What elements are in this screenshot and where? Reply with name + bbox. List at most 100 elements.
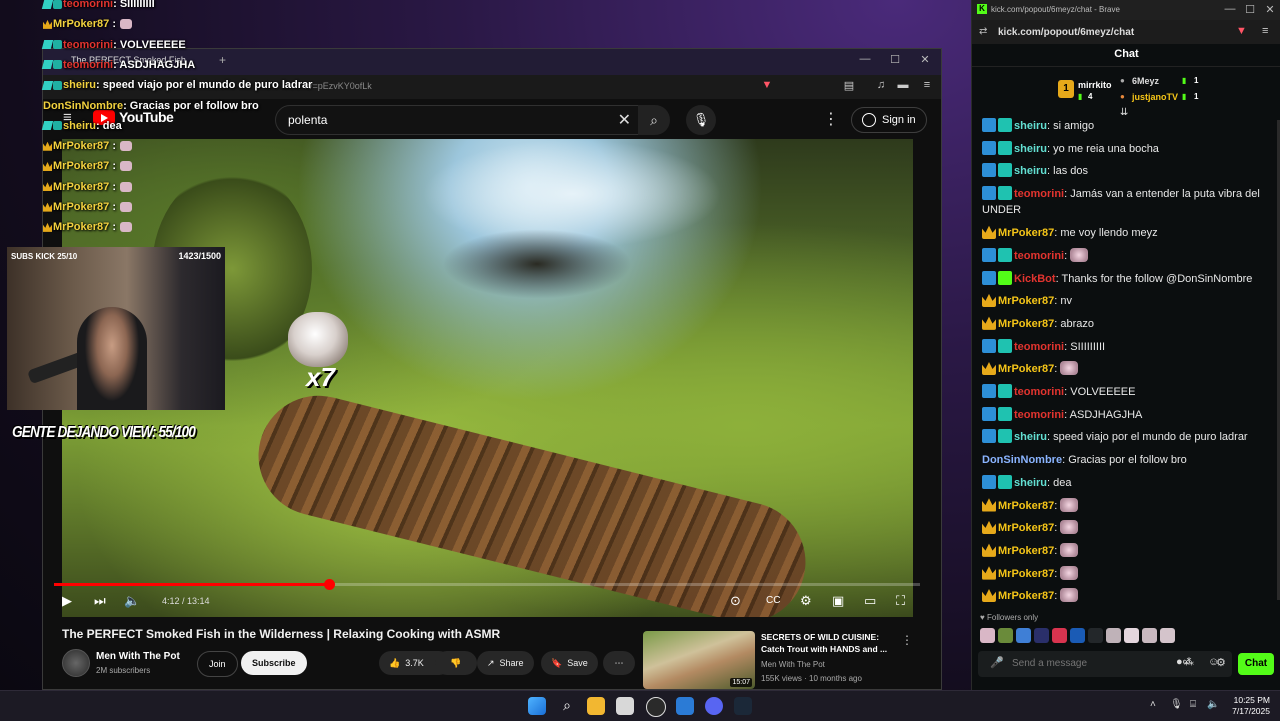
subscribe-button[interactable]: Subscribe — [241, 651, 307, 675]
chat-message[interactable]: sheiru: si amigo — [982, 118, 1274, 134]
voice-search-button[interactable]: 🎙 — [686, 105, 716, 135]
join-button[interactable]: Join — [197, 651, 238, 677]
chat-message[interactable]: MrPoker87: abrazo — [982, 316, 1274, 332]
chat-username[interactable]: MrPoker87 — [998, 590, 1054, 602]
close-icon[interactable]: ✕ — [1260, 3, 1280, 16]
kick-url[interactable]: kick.com/popout/6meyz/chat — [998, 27, 1134, 38]
chat-username[interactable]: sheiru — [1014, 431, 1047, 443]
emote-quick[interactable] — [1142, 628, 1157, 643]
chat-username[interactable]: MrPoker87 — [998, 295, 1054, 307]
emote-quick[interactable] — [1052, 628, 1067, 643]
app-icon[interactable] — [676, 697, 694, 715]
chat-message[interactable]: sheiru: speed viajo por el mundo de puro… — [982, 429, 1274, 445]
play-icon[interactable]: ▶ — [62, 593, 72, 609]
recommendation-more-icon[interactable]: ⋮ — [901, 633, 913, 647]
video-progress-bar[interactable] — [54, 579, 920, 590]
miniplayer-icon[interactable]: ▣ — [832, 593, 844, 609]
save-button[interactable]: 🔖 Save — [541, 651, 598, 675]
dislike-button[interactable]: 👎 — [435, 651, 477, 675]
search-icon[interactable]: ⌕ — [558, 697, 576, 715]
clear-search-icon[interactable]: ✕ — [618, 110, 631, 130]
menu-icon[interactable]: ≡ — [919, 79, 935, 95]
network-icon[interactable]: ⌸ — [1190, 699, 1196, 710]
settings-gear-icon[interactable]: ⚙ — [800, 593, 812, 609]
chat-message[interactable]: sheiru: yo me reia una bocha — [982, 140, 1274, 157]
expand-leaderboard-icon[interactable]: ⇊ — [1120, 107, 1128, 118]
extension-icon[interactable]: ▬ — [895, 79, 911, 95]
maximize-icon[interactable]: ☐ — [885, 53, 905, 66]
chat-message[interactable]: teomorini: VOLVEEEEE — [982, 384, 1274, 400]
site-settings-icon[interactable]: ⇄ — [979, 26, 987, 37]
brave-shield-icon[interactable]: ▼ — [1236, 25, 1247, 37]
chat-message[interactable]: KickBot: Thanks for the follow @DonSinNo… — [982, 270, 1274, 287]
close-icon[interactable]: ✕ — [915, 53, 935, 66]
chat-username[interactable]: MrPoker87 — [998, 318, 1054, 330]
chat-message[interactable]: MrPoker87: me voy llendo meyz — [982, 225, 1274, 241]
chat-username[interactable]: MrPoker87 — [998, 227, 1054, 239]
recommendation-title[interactable]: SECRETS OF WILD CUISINE: Catch Trout wit… — [761, 631, 893, 655]
maximize-icon[interactable]: ☐ — [1240, 3, 1260, 16]
more-options-icon[interactable]: ⋮ — [823, 109, 839, 129]
more-actions-button[interactable]: ⋯ — [603, 651, 635, 675]
sign-in-button[interactable]: Sign in — [851, 107, 927, 133]
store-icon[interactable] — [616, 697, 634, 715]
chat-username[interactable]: DonSinNombre — [982, 454, 1062, 466]
chat-message[interactable]: MrPoker87: nv — [982, 293, 1274, 309]
new-tab-icon[interactable]: + — [219, 53, 226, 67]
chat-username[interactable]: MrPoker87 — [998, 568, 1054, 580]
message-input[interactable] — [1010, 657, 1134, 670]
volume-icon[interactable]: 🔈 — [1207, 699, 1219, 710]
channel-avatar[interactable] — [62, 649, 90, 677]
emote-quick[interactable] — [1070, 628, 1085, 643]
chat-message[interactable]: teomorini: ASDJHAGJHA — [982, 406, 1274, 423]
settings-gear-icon[interactable]: ⚙ — [1216, 656, 1226, 669]
chat-message[interactable]: teomorini: SIIIIIIIII — [982, 338, 1274, 355]
minimize-icon[interactable]: — — [1220, 3, 1240, 15]
chat-message[interactable]: MrPoker87: — [982, 588, 1274, 604]
chat-message[interactable]: MrPoker87: — [982, 361, 1274, 377]
chat-username[interactable]: MrPoker87 — [998, 522, 1054, 534]
next-icon[interactable]: ⏭ — [94, 593, 106, 609]
extension-icon[interactable]: ▤ — [841, 79, 857, 95]
browser-url[interactable]: ?v=pEzvKY0ofLk — [303, 81, 372, 91]
chat-username[interactable]: teomorini — [1014, 188, 1064, 200]
emote-quick[interactable] — [1016, 628, 1031, 643]
emote-quick[interactable] — [1088, 628, 1103, 643]
chat-username[interactable]: MrPoker87 — [998, 363, 1054, 375]
chat-message[interactable]: MrPoker87: — [982, 565, 1274, 582]
mic-icon[interactable]: 🎤 — [990, 656, 1004, 669]
leader-name[interactable]: mirrkito — [1078, 80, 1112, 90]
emote-quick[interactable] — [1124, 628, 1139, 643]
chat-username[interactable]: teomorini — [1014, 341, 1064, 353]
chat-message[interactable]: sheiru: dea — [982, 474, 1274, 491]
rank2-name[interactable]: 6Meyz — [1132, 76, 1159, 86]
fullscreen-icon[interactable]: ⛶ — [896, 593, 905, 609]
volume-icon[interactable]: 🔈 — [124, 593, 140, 609]
chat-message[interactable]: teomorini: Jamás van a entender la puta … — [982, 186, 1274, 218]
chat-username[interactable]: MrPoker87 — [998, 500, 1054, 512]
emote-quick[interactable] — [1034, 628, 1049, 643]
menu-icon[interactable]: ≡ — [1262, 25, 1268, 37]
kick-urlbar[interactable]: ⇄ kick.com/popout/6meyz/chat ▼ ≡ — [972, 20, 1280, 44]
chat-username[interactable]: sheiru — [1014, 143, 1047, 155]
mic-tray-icon[interactable]: 🎙 — [1170, 699, 1183, 710]
brave-shield-icon[interactable]: ▼ — [759, 79, 775, 95]
theater-mode-icon[interactable]: ▭ — [864, 593, 876, 609]
emote-quick[interactable] — [998, 628, 1013, 643]
chat-username[interactable]: sheiru — [1014, 120, 1047, 132]
chat-username[interactable]: teomorini — [1014, 386, 1064, 398]
start-icon[interactable] — [528, 697, 546, 715]
channel-name[interactable]: Men With The Pot — [96, 651, 180, 662]
chat-message[interactable]: MrPoker87: — [982, 520, 1274, 536]
recommendation-channel[interactable]: Men With The Pot — [761, 660, 825, 669]
taskbar-clock[interactable]: 10:25 PM 7/17/2025 — [1232, 695, 1270, 717]
chat-username[interactable]: sheiru — [1014, 477, 1047, 489]
kicks-icon[interactable]: ●∞ — [1176, 656, 1191, 668]
file-explorer-icon[interactable] — [587, 697, 605, 715]
music-icon[interactable]: ♫ — [873, 79, 889, 95]
rank3-name[interactable]: justjanoTV — [1132, 92, 1178, 102]
search-button[interactable]: ⌕ — [638, 105, 670, 135]
chat-message[interactable]: MrPoker87: — [982, 542, 1274, 559]
recommendation-thumbnail[interactable]: 15:07 — [643, 631, 755, 689]
chat-username[interactable]: teomorini — [1014, 250, 1064, 262]
